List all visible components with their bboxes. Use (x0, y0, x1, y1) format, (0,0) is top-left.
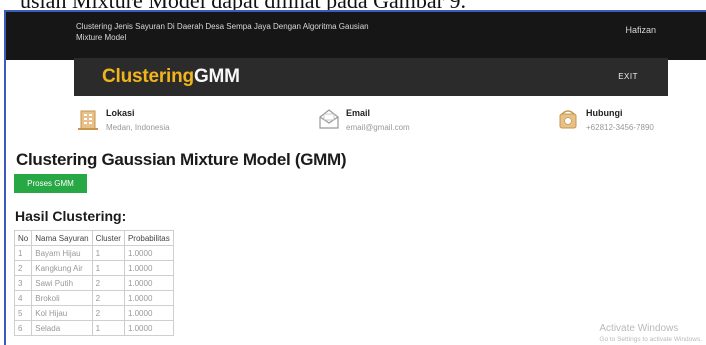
table-row: 3 Sawi Putih 2 1.0000 (13, 275, 174, 291)
proses-gmm-button[interactable]: Proses GMM (14, 174, 87, 193)
table-row: 2 Kangkung Air 1 1.0000 (13, 260, 174, 276)
col-header-probabilitas: Probabilitas (123, 230, 174, 246)
cell-cluster: 1 (91, 245, 125, 261)
brand-logo[interactable]: ClusteringGMM (102, 66, 240, 88)
lokasi-label: Lokasi (106, 108, 135, 118)
cell-cluster: 2 (91, 305, 125, 321)
cell-no: 2 (13, 260, 33, 276)
table-row: 4 Brokoli 2 1.0000 (13, 290, 174, 306)
phone-icon (558, 108, 578, 130)
page-title: Clustering Gaussian Mixture Model (GMM) (16, 150, 347, 169)
cell-no: 3 (13, 275, 33, 291)
cell-nama: Bayam Hijau (31, 245, 93, 261)
cell-probabilitas: 1.0000 (123, 245, 174, 261)
cell-nama: Sawi Putih (31, 275, 93, 291)
cell-cluster: 2 (91, 275, 125, 291)
col-header-no: No (13, 230, 33, 246)
cell-nama: Selada (31, 320, 93, 336)
brand-part1: Clustering (102, 66, 194, 87)
cell-nama: Kol Hijau (31, 305, 93, 321)
hasil-clustering-heading: Hasil Clustering: (15, 208, 127, 224)
cell-no: 5 (13, 305, 33, 321)
cell-probabilitas: 1.0000 (123, 275, 174, 291)
cell-no: 6 (13, 320, 33, 336)
cell-probabilitas: 1.0000 (123, 320, 174, 336)
hubungi-label: Hubungi (586, 108, 623, 118)
email-value[interactable]: email@gmail.com (346, 123, 410, 132)
table-row: 6 Selada 1 1.0000 (13, 320, 174, 336)
cell-nama: Kangkung Air (31, 260, 93, 276)
site-title: Clustering Jenis Sayuran Di Daerah Desa … (76, 22, 369, 42)
cell-cluster: 2 (91, 290, 125, 306)
username[interactable]: Hafizan (625, 25, 656, 35)
top-bar: Clustering Jenis Sayuran Di Daerah Desa … (6, 12, 706, 60)
cell-nama: Brokoli (31, 290, 93, 306)
table-row: 5 Kol Hijau 2 1.0000 (13, 305, 174, 321)
building-icon (78, 108, 98, 130)
envelope-icon (318, 108, 339, 130)
cell-probabilitas: 1.0000 (123, 305, 174, 321)
cell-no: 4 (13, 290, 33, 306)
cell-cluster: 1 (91, 320, 125, 336)
header-nav: ClusteringGMM EXIT (74, 58, 668, 96)
watermark-line2: Go to Settings to activate Windows. (599, 336, 702, 343)
col-header-cluster: Cluster (91, 230, 125, 246)
col-header-nama-sayuran: Nama Sayuran (31, 230, 93, 246)
watermark-line1: Activate Windows (599, 323, 679, 334)
email-label: Email (346, 108, 371, 118)
exit-link[interactable]: EXIT (618, 72, 638, 81)
result-table: No Nama Sayuran Cluster Probabilitas 1 B… (13, 230, 174, 336)
cell-probabilitas: 1.0000 (123, 290, 174, 306)
table-row: 1 Bayam Hijau 1 1.0000 (13, 245, 174, 261)
windows-activation-watermark: Activate Windows Go to Settings to activ… (599, 323, 702, 343)
cell-probabilitas: 1.0000 (123, 260, 174, 276)
brand-part2: GMM (193, 66, 240, 87)
hubungi-value[interactable]: +62812-3456-7890 (586, 123, 654, 132)
cell-cluster: 1 (91, 260, 125, 276)
table-header-row: No Nama Sayuran Cluster Probabilitas (13, 230, 174, 246)
cell-no: 1 (13, 245, 33, 261)
screenshot-frame: Clustering Jenis Sayuran Di Daerah Desa … (4, 10, 706, 345)
lokasi-value: Medan, Indonesia (106, 123, 170, 132)
